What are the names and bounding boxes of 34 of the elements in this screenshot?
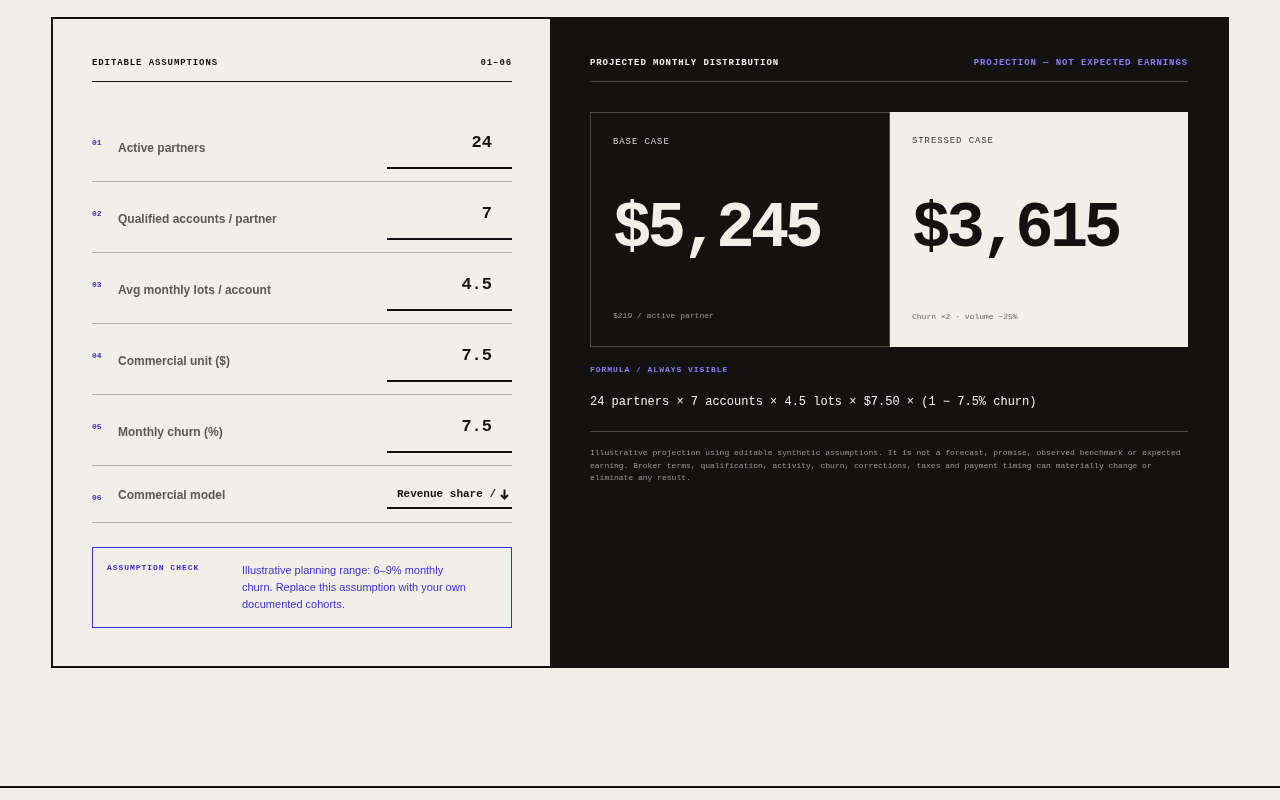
amount: $5,245 <box>613 197 821 261</box>
value-input[interactable]: 7.5 <box>387 339 512 382</box>
value-input[interactable]: 7 <box>387 197 512 240</box>
section-title: PROJECTED MONTHLY DISTRIBUTION <box>590 57 780 69</box>
assumption-label: Avg monthly lots / account <box>118 281 271 299</box>
row-number: 02 <box>92 210 103 218</box>
amount: $3,615 <box>912 197 1120 261</box>
value-input[interactable]: 4.5 <box>387 268 512 311</box>
case-label: BASE CASE <box>613 136 671 148</box>
assumption-label: Active partners <box>118 139 206 157</box>
formula-text: 24 partners × 7 accounts × 4.5 lots × $7.50 × (1 − 7.5% churn) <box>590 394 1188 432</box>
disclaimer-text: Illustrative projection using editable synthetic assumptions. It is not a forecast, promise, observed benchmark or expected earning. Broker terms, qualification, activity, churn, corrections, taxes and payment timing can materially change or eliminate any result. <box>590 447 1182 484</box>
assumption-label: Monthly churn (%) <box>118 423 223 441</box>
formula-label: FORMULA / ALWAYS VISIBLE <box>590 365 730 375</box>
row-number: 01 <box>92 139 103 147</box>
assumption-label: Commercial unit ($) <box>118 352 231 370</box>
case-label: STRESSED CASE <box>912 135 995 147</box>
value-input[interactable]: 24 <box>387 126 512 169</box>
assumption-label: Qualified accounts / partner <box>118 210 277 228</box>
assumption-label: Commercial model <box>118 487 226 504</box>
projection-note: PROJECTION — NOT EXPECTED EARNINGS <box>973 57 1188 69</box>
case-detail: Churn ×2 · volume −25% <box>912 311 1019 323</box>
row-number: 05 <box>92 423 103 431</box>
section-title: EDITABLE ASSUMPTIONS <box>92 57 219 69</box>
row-number: 03 <box>92 281 103 289</box>
model-select[interactable]: Revenue share / <box>387 481 512 509</box>
row-number: 06 <box>92 494 103 502</box>
value-input[interactable]: 7.5 <box>387 410 512 453</box>
row-number: 04 <box>92 352 103 360</box>
arrow-down-icon <box>500 488 509 500</box>
range-label: 01–06 <box>480 57 512 69</box>
case-detail: $219 / active partner <box>613 310 715 322</box>
panel-label: ASSUMPTION CHECK <box>107 562 201 574</box>
panel-text: Illustrative planning range: 6–9% monthly churn. Replace this assumption with your own documented cohorts. <box>242 563 467 612</box>
